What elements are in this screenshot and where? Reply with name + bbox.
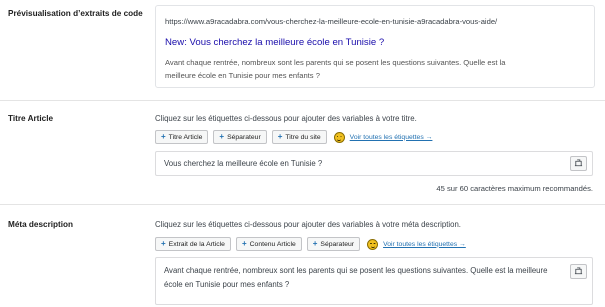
title-length-counter: 45 sur 60 caractères maximum recommandés…	[436, 184, 593, 193]
tag-extrait-button[interactable]: + Extrait de la Article	[155, 237, 231, 251]
tag-titre-du-site-button[interactable]: + Titre du site	[271, 130, 327, 144]
plus-icon: +	[161, 239, 166, 248]
preview-title[interactable]: New: Vous cherchez la meilleure école en…	[165, 37, 384, 48]
title-tag-row: + Titre Article + Séparateur + Titre du …	[155, 130, 432, 144]
tag-titre-article-button[interactable]: + Titre Article	[155, 130, 209, 144]
counter-sep: sur	[444, 184, 460, 193]
tag-separateur-button[interactable]: + Séparateur	[213, 130, 267, 144]
plus-icon: +	[312, 239, 318, 248]
variable-insert-icon	[574, 267, 583, 275]
see-all-tags-link[interactable]: Voir toutes les étiquettes →	[383, 241, 466, 248]
counter-current: 45	[436, 184, 445, 193]
tag-label: Extrait de la Article	[168, 240, 225, 248]
title-input-value: Vous cherchez la meilleure école en Tuni…	[164, 159, 323, 168]
meta-hint: Cliquez sur les étiquettes ci-dessous po…	[155, 220, 461, 229]
counter-max: 60	[459, 184, 469, 193]
tag-contenu-article-button[interactable]: + Contenu Article	[235, 237, 302, 251]
see-all-tags-link[interactable]: Voir toutes les étiquettes →	[350, 134, 433, 141]
meta-tag-row: + Extrait de la Article + Contenu Articl…	[155, 237, 466, 251]
title-section-label: Titre Article	[8, 114, 54, 123]
plus-icon: +	[241, 239, 247, 248]
variable-insert-icon	[574, 159, 583, 167]
insert-variable-button[interactable]	[570, 264, 587, 279]
title-input[interactable]: Vous cherchez la meilleure école en Tuni…	[155, 151, 593, 176]
preview-description: Avant chaque rentrée, nombreux sont les …	[165, 58, 506, 80]
meta-description-textarea[interactable]: Avant chaque rentrée, nombreux sont les …	[155, 257, 593, 305]
section-divider	[0, 204, 605, 205]
tag-label: Séparateur	[320, 240, 355, 248]
counter-suffix: caractères maximum recommandés.	[468, 184, 593, 193]
emoji-smiley-icon[interactable]	[333, 131, 345, 143]
plus-icon: +	[161, 132, 166, 141]
tag-label: Titre Article	[168, 133, 203, 141]
meta-section-label: Méta description	[8, 220, 74, 229]
tag-label: Séparateur	[227, 133, 261, 141]
snippet-preview-card: https://www.a9racadabra.com/vous-cherche…	[155, 5, 595, 88]
tag-label: Contenu Article	[249, 240, 296, 248]
emoji-smiley-icon[interactable]	[367, 238, 379, 250]
insert-variable-button[interactable]	[570, 156, 587, 171]
tag-separateur-button[interactable]: + Séparateur	[306, 237, 361, 251]
section-divider	[0, 100, 605, 101]
preview-url: https://www.a9racadabra.com/vous-cherche…	[165, 17, 498, 26]
plus-icon: +	[277, 132, 283, 141]
plus-icon: +	[219, 132, 225, 141]
snippet-preview-label: Prévisualisation d’extraits de code	[8, 9, 143, 18]
tag-label: Titre du site	[285, 133, 321, 141]
meta-description-value: Avant chaque rentrée, nombreux sont les …	[164, 266, 548, 289]
title-hint: Cliquez sur les étiquettes ci-dessous po…	[155, 114, 417, 123]
